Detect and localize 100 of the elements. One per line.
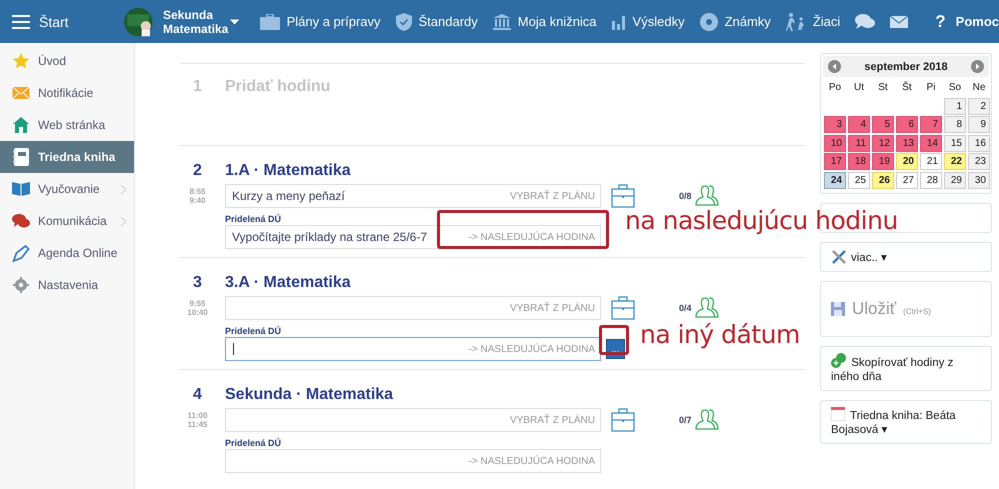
- mail-icon[interactable]: [890, 16, 908, 28]
- nav-link[interactable]: Štandardy: [418, 14, 478, 29]
- nav-link[interactable]: Známky: [724, 14, 771, 29]
- more-button[interactable]: viac.. ▾: [820, 242, 992, 272]
- help-link[interactable]: Pomoc: [956, 14, 999, 29]
- calendar-day[interactable]: 20: [896, 153, 918, 170]
- nav-link[interactable]: Moja knižnica: [518, 14, 597, 29]
- calendar-day[interactable]: 23: [968, 153, 990, 170]
- calendar-day[interactable]: 29: [944, 172, 966, 188]
- end-time: 10:40: [187, 308, 208, 317]
- calendar-day[interactable]: 11: [848, 134, 870, 152]
- people-icon[interactable]: [694, 408, 719, 432]
- calendar-day[interactable]: 16: [968, 134, 990, 152]
- calendar-day[interactable]: 28: [920, 172, 942, 188]
- copy-icon: [831, 352, 846, 368]
- notebook-icon: [12, 148, 30, 166]
- calendar-day[interactable]: 14: [920, 134, 942, 152]
- calendar-day[interactable]: 30: [968, 172, 990, 188]
- sidebar-item[interactable]: Notifikácie: [0, 77, 134, 109]
- calendar-day[interactable]: 5: [872, 116, 894, 133]
- bank-icon[interactable]: [492, 14, 511, 30]
- homework-label: Pridelená DÚ: [225, 437, 282, 449]
- calendar-day[interactable]: 3: [824, 116, 846, 133]
- briefcase-icon[interactable]: [260, 14, 280, 30]
- chat-icon[interactable]: [855, 14, 876, 30]
- sidebar-item[interactable]: Nastavenia: [0, 269, 134, 301]
- previous-icon[interactable]: [828, 60, 841, 73]
- lesson-number: 4: [192, 386, 203, 404]
- briefcase-icon[interactable]: [611, 296, 635, 320]
- people-icon[interactable]: [694, 184, 719, 208]
- calendar-day[interactable]: 22: [944, 153, 966, 170]
- highlight-frame: [599, 325, 629, 355]
- calendar-day[interactable]: 25: [848, 172, 870, 188]
- calendar-day[interactable]: 18: [848, 153, 870, 170]
- choose-from-plan-button[interactable]: VYBRAŤ Z PLÁNU: [510, 190, 595, 202]
- next-lesson-button[interactable]: -> NASLEDUJÚCA HODINA: [468, 456, 595, 466]
- calendar-day[interactable]: 9: [968, 116, 990, 133]
- next-lesson-button[interactable]: -> NASLEDUJÚCA HODINA: [468, 344, 595, 354]
- next-lesson-button[interactable]: -> NASLEDUJÚCA HODINA: [468, 232, 595, 242]
- homework-field[interactable]: -> NASLEDUJÚCA HODINA: [225, 337, 601, 361]
- caret-icon[interactable]: [230, 18, 240, 24]
- people-icon[interactable]: [694, 296, 719, 320]
- sidebar-item[interactable]: Úvod: [0, 45, 134, 77]
- homework-label: Pridelená DÚ: [225, 325, 282, 337]
- calendar-day[interactable]: 8: [944, 116, 966, 133]
- start-link[interactable]: Štart: [39, 14, 69, 30]
- menu-icon[interactable]: [12, 14, 30, 28]
- calendar-day[interactable]: 19: [872, 153, 894, 170]
- briefcase-icon[interactable]: [611, 408, 635, 432]
- nav-link[interactable]: Výsledky: [632, 14, 685, 29]
- calendar-day[interactable]: 10: [824, 134, 846, 152]
- calendar-day[interactable]: 4: [848, 116, 870, 133]
- help-icon[interactable]: ?: [935, 12, 946, 32]
- calendar-day[interactable]: 24: [824, 172, 846, 188]
- homework-field[interactable]: -> NASLEDUJÚCA HODINA: [225, 449, 601, 473]
- lesson-title: Sekunda · Matematika: [225, 385, 394, 405]
- calendar-day[interactable]: 15: [944, 134, 966, 152]
- calendar-day[interactable]: 27: [896, 172, 918, 188]
- next-icon[interactable]: [970, 60, 984, 73]
- calendar-day[interactable]: 21: [920, 153, 942, 170]
- end-time: 9:40: [189, 196, 206, 205]
- lesson-title: 3.A · Matematika: [225, 273, 352, 293]
- badge-icon[interactable]: [700, 12, 718, 30]
- open-book-icon: [12, 182, 30, 196]
- topic-field[interactable]: VYBRAŤ Z PLÁNU: [225, 408, 601, 432]
- lesson-number: 3: [192, 274, 203, 292]
- lesson-number: 2: [192, 162, 203, 180]
- class-book-owner-button[interactable]: Triedna kniha: Beáta Bojasová ▾: [820, 400, 992, 444]
- walking-people-icon[interactable]: [786, 12, 806, 30]
- sidebar-item[interactable]: Triedna kniha: [0, 141, 134, 173]
- calendar-day[interactable]: 12: [872, 134, 894, 152]
- class-selector[interactable]: Sekunda Matematika: [162, 8, 228, 36]
- nav-link[interactable]: Plány a prípravy: [286, 14, 381, 29]
- calendar-day[interactable]: 6: [896, 116, 918, 133]
- month-title: september 2018: [864, 60, 948, 72]
- topic-field[interactable]: VYBRAŤ Z PLÁNU: [225, 296, 601, 320]
- briefcase-icon[interactable]: [611, 184, 635, 208]
- sidebar-item[interactable]: Agenda Online: [0, 237, 134, 269]
- weekday-label: Ut: [853, 81, 865, 95]
- topic-field[interactable]: Kurzy a meny peňazí VYBRAŤ Z PLÁNU: [225, 184, 601, 208]
- sidebar-item[interactable]: Komunikácia: [0, 205, 134, 237]
- sidebar-item[interactable]: Web stránka: [0, 109, 134, 141]
- lesson-title: 1.A · Matematika: [225, 161, 352, 181]
- calendar-day[interactable]: 13: [896, 134, 918, 152]
- calendar-day[interactable]: 1: [944, 98, 966, 114]
- annotation-text: na nasledujúcu hodinu: [625, 206, 898, 235]
- choose-from-plan-button[interactable]: VYBRAŤ Z PLÁNU: [510, 414, 595, 426]
- attendance-count: 0/7: [679, 415, 692, 425]
- copy-lessons-button[interactable]: Skopírovať hodiny z iného dňa: [820, 346, 992, 390]
- sidebar-item[interactable]: Vyučovanie: [0, 173, 134, 205]
- calendar-day[interactable]: 7: [920, 116, 942, 133]
- shield-icon[interactable]: [396, 12, 412, 30]
- nav-link[interactable]: Žiaci: [812, 14, 840, 29]
- speech-bubbles-icon: [12, 213, 30, 229]
- calendar-day[interactable]: 26: [872, 172, 894, 188]
- bar-chart-icon[interactable]: [612, 14, 626, 30]
- calendar-day[interactable]: 2: [968, 98, 990, 114]
- choose-from-plan-button[interactable]: VYBRAŤ Z PLÁNU: [510, 302, 595, 314]
- homework-field[interactable]: Vypočítajte príklady na strane 25/6-7 -> NASLEDUJÚCA HODINA: [225, 225, 601, 249]
- calendar-day[interactable]: 17: [824, 153, 846, 170]
